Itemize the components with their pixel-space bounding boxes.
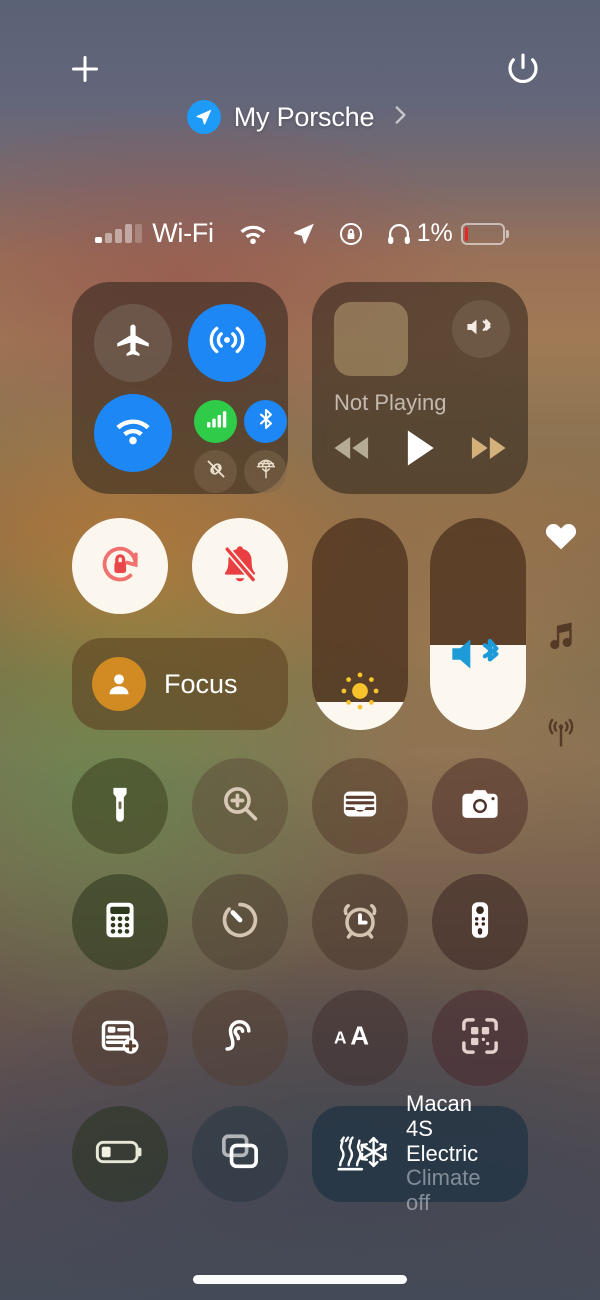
page-indicator-rail bbox=[544, 520, 578, 755]
broadcast-icon[interactable] bbox=[545, 718, 577, 755]
quick-note-icon bbox=[98, 1014, 142, 1063]
magnifier-button[interactable] bbox=[192, 758, 288, 854]
timer-button[interactable] bbox=[192, 874, 288, 970]
car-trim-label: 4S Electric bbox=[406, 1116, 479, 1166]
battery-icon bbox=[95, 1137, 145, 1172]
brightness-slider-fill bbox=[312, 672, 408, 730]
heart-icon[interactable] bbox=[544, 520, 578, 557]
wifi-icon bbox=[236, 220, 270, 248]
speaker-bluetooth-icon bbox=[464, 313, 498, 346]
calculator-icon bbox=[98, 898, 142, 947]
svg-text:A: A bbox=[334, 1027, 347, 1047]
vpn-button[interactable] bbox=[244, 450, 287, 493]
status-bar: Wi-Fi 1% bbox=[0, 218, 600, 249]
volume-slider-fill bbox=[430, 639, 526, 730]
tv-remote-button[interactable] bbox=[432, 874, 528, 970]
chevron-right-icon bbox=[387, 102, 413, 133]
location-arrow-icon bbox=[290, 220, 317, 247]
wallet-button[interactable] bbox=[312, 758, 408, 854]
plus-icon[interactable] bbox=[64, 48, 106, 90]
cellular-data-button[interactable] bbox=[194, 400, 237, 443]
cellular-bars-icon bbox=[95, 224, 143, 243]
car-model-label: Macan bbox=[406, 1091, 473, 1117]
control-center-header: My Porsche bbox=[0, 0, 600, 155]
home-indicator[interactable] bbox=[193, 1275, 407, 1284]
media-playback-module: Not Playing bbox=[312, 282, 528, 494]
screen-mirroring-button[interactable] bbox=[192, 1106, 288, 1202]
location-arrow-icon bbox=[186, 100, 221, 134]
timer-icon bbox=[218, 898, 262, 947]
focus-label: Focus bbox=[164, 668, 238, 699]
code-scanner-button[interactable] bbox=[432, 990, 528, 1086]
volume-slider[interactable] bbox=[430, 518, 526, 730]
cellular-bars-icon bbox=[204, 407, 228, 436]
rotation-lock-icon bbox=[95, 539, 145, 594]
wifi-icon bbox=[111, 413, 155, 454]
rewind-icon[interactable] bbox=[330, 432, 372, 469]
qr-scanner-icon bbox=[458, 1014, 502, 1063]
car-status-label: Climate off bbox=[406, 1165, 481, 1215]
headphones-icon bbox=[385, 220, 413, 248]
focus-button[interactable]: Focus bbox=[72, 638, 288, 730]
climate-heat-cool-icon bbox=[332, 1130, 390, 1179]
fast-forward-icon[interactable] bbox=[468, 432, 510, 469]
utility-row-2 bbox=[72, 874, 528, 970]
brightness-slider[interactable] bbox=[312, 518, 408, 730]
text-size-button[interactable]: A A bbox=[312, 990, 408, 1086]
text-size-icon: A A bbox=[334, 1020, 386, 1054]
airplane-mode-button[interactable] bbox=[94, 304, 172, 382]
connectivity-module bbox=[72, 282, 288, 494]
airplane-icon bbox=[112, 320, 154, 367]
play-icon[interactable] bbox=[402, 427, 438, 474]
camera-icon bbox=[458, 782, 502, 831]
music-note-icon[interactable] bbox=[545, 619, 577, 656]
alarm-button[interactable] bbox=[312, 874, 408, 970]
sun-icon bbox=[337, 668, 383, 719]
airplay-output-button[interactable] bbox=[452, 300, 510, 358]
connected-device-name: My Porsche bbox=[233, 101, 375, 132]
low-power-mode-button[interactable] bbox=[72, 1106, 168, 1202]
battery-low-icon bbox=[460, 222, 505, 245]
airdrop-button[interactable] bbox=[188, 304, 266, 382]
utility-row-3: A A bbox=[72, 990, 528, 1086]
calculator-button[interactable] bbox=[72, 874, 168, 970]
personal-hotspot-button[interactable] bbox=[194, 450, 237, 493]
wallet-icon bbox=[338, 782, 382, 831]
ear-icon bbox=[218, 1014, 262, 1063]
camera-button[interactable] bbox=[432, 758, 528, 854]
rotation-lock-toggle[interactable] bbox=[72, 518, 168, 614]
now-playing-label: Not Playing bbox=[334, 390, 447, 415]
utility-grid: A A Macan 4S Electric Climate off bbox=[72, 758, 528, 1215]
vpn-globe-icon bbox=[254, 457, 278, 486]
hotspot-link-slash-icon bbox=[204, 457, 228, 486]
speaker-bluetooth-icon bbox=[447, 631, 509, 682]
person-icon bbox=[92, 657, 146, 711]
airdrop-icon bbox=[206, 320, 248, 367]
battery-percent-label: 1% bbox=[416, 219, 453, 247]
utility-row-1 bbox=[72, 758, 528, 854]
bluetooth-button[interactable] bbox=[244, 400, 287, 443]
flashlight-button[interactable] bbox=[72, 758, 168, 854]
rotation-lock-icon bbox=[337, 220, 365, 248]
carrier-label: Wi-Fi bbox=[152, 218, 214, 248]
bell-slash-icon bbox=[216, 540, 264, 593]
bluetooth-icon bbox=[254, 407, 278, 436]
screen-mirroring-icon bbox=[218, 1130, 262, 1179]
porsche-climate-tile[interactable]: Macan 4S Electric Climate off bbox=[312, 1092, 528, 1215]
svg-text:A: A bbox=[350, 1023, 369, 1049]
utility-row-4: Macan 4S Electric Climate off bbox=[72, 1092, 528, 1215]
hearing-button[interactable] bbox=[192, 990, 288, 1086]
silent-mode-toggle[interactable] bbox=[192, 518, 288, 614]
alarm-clock-icon bbox=[338, 898, 382, 947]
quick-note-button[interactable] bbox=[72, 990, 168, 1086]
wifi-button[interactable] bbox=[94, 394, 172, 472]
tv-remote-icon bbox=[458, 898, 502, 947]
album-art-placeholder bbox=[334, 302, 408, 376]
connected-device-button[interactable]: My Porsche bbox=[0, 100, 600, 134]
flashlight-icon bbox=[98, 782, 142, 831]
magnifier-icon bbox=[218, 782, 262, 831]
power-icon[interactable] bbox=[504, 50, 542, 88]
control-center-grid: Not Playing Focus A A Macan 4S Electric … bbox=[72, 282, 528, 1215]
